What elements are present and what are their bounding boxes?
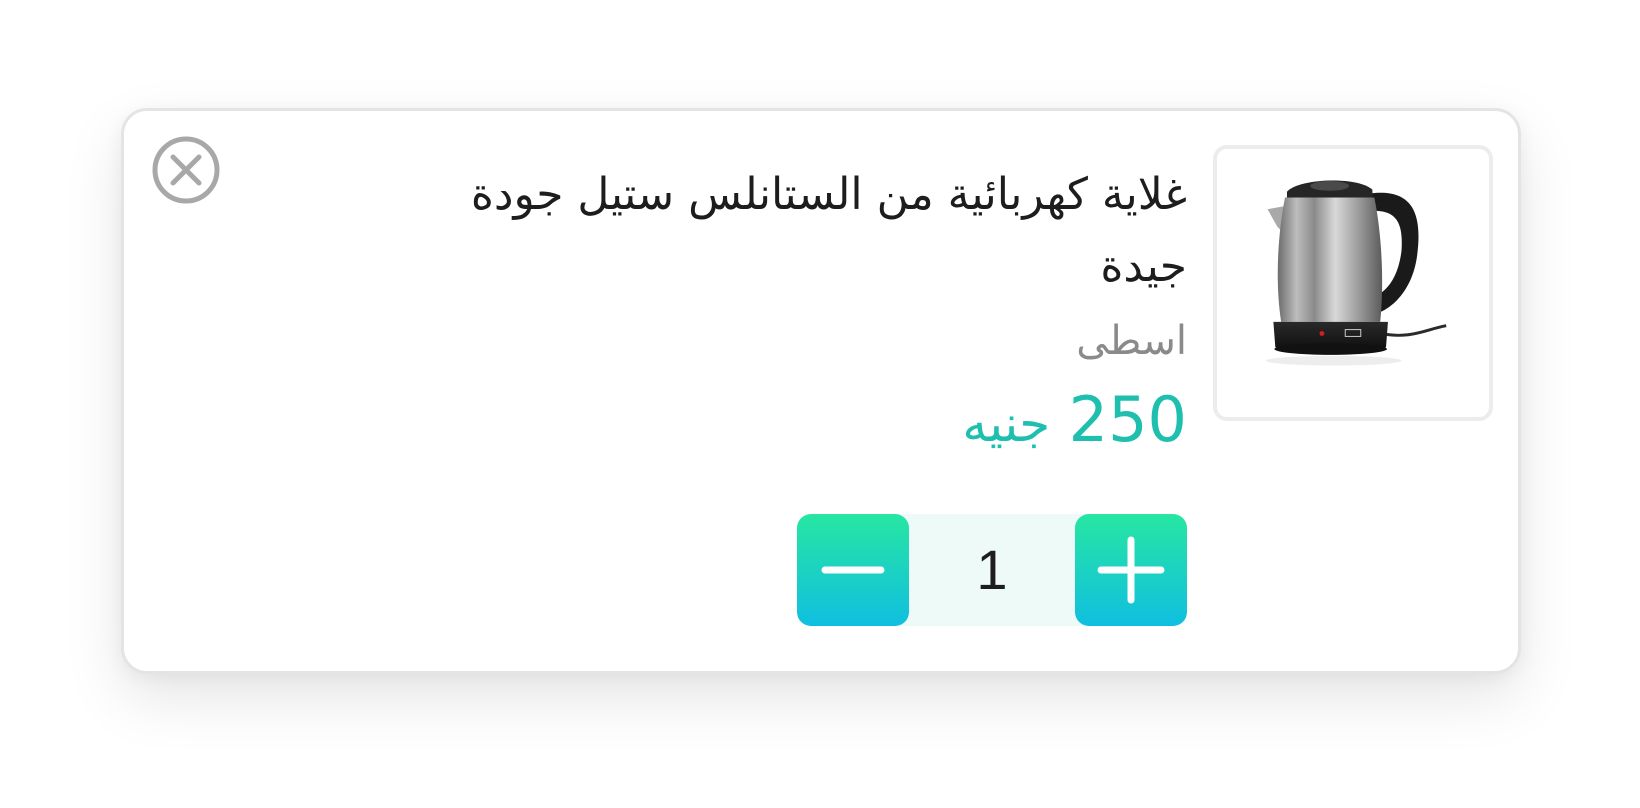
product-image[interactable]: [1213, 145, 1493, 421]
cart-item-card: غلاية كهربائية من الستانلس ستيل جودة جيد…: [121, 108, 1521, 674]
price-currency: جنيه: [962, 395, 1051, 453]
product-brand: اسطى: [1076, 318, 1187, 364]
product-price: 250 جنيه: [427, 385, 1187, 459]
minus-icon: [821, 566, 885, 574]
remove-item-button[interactable]: [151, 135, 221, 205]
product-info: غلاية كهربائية من الستانلس ستيل جودة جيد…: [427, 159, 1187, 459]
page: غلاية كهربائية من الستانلس ستيل جودة جيد…: [0, 0, 1640, 808]
close-circle-icon: [152, 136, 220, 204]
increase-quantity-button[interactable]: [1075, 514, 1187, 626]
electric-kettle-image: [1265, 180, 1447, 366]
quantity-value[interactable]: 1: [909, 514, 1075, 626]
product-title[interactable]: غلاية كهربائية من الستانلس ستيل جودة جيد…: [427, 159, 1187, 303]
quantity-stepper: 1: [797, 514, 1187, 626]
price-amount: 250: [1068, 383, 1187, 456]
plus-icon: [1097, 536, 1165, 604]
decrease-quantity-button[interactable]: [797, 514, 909, 626]
